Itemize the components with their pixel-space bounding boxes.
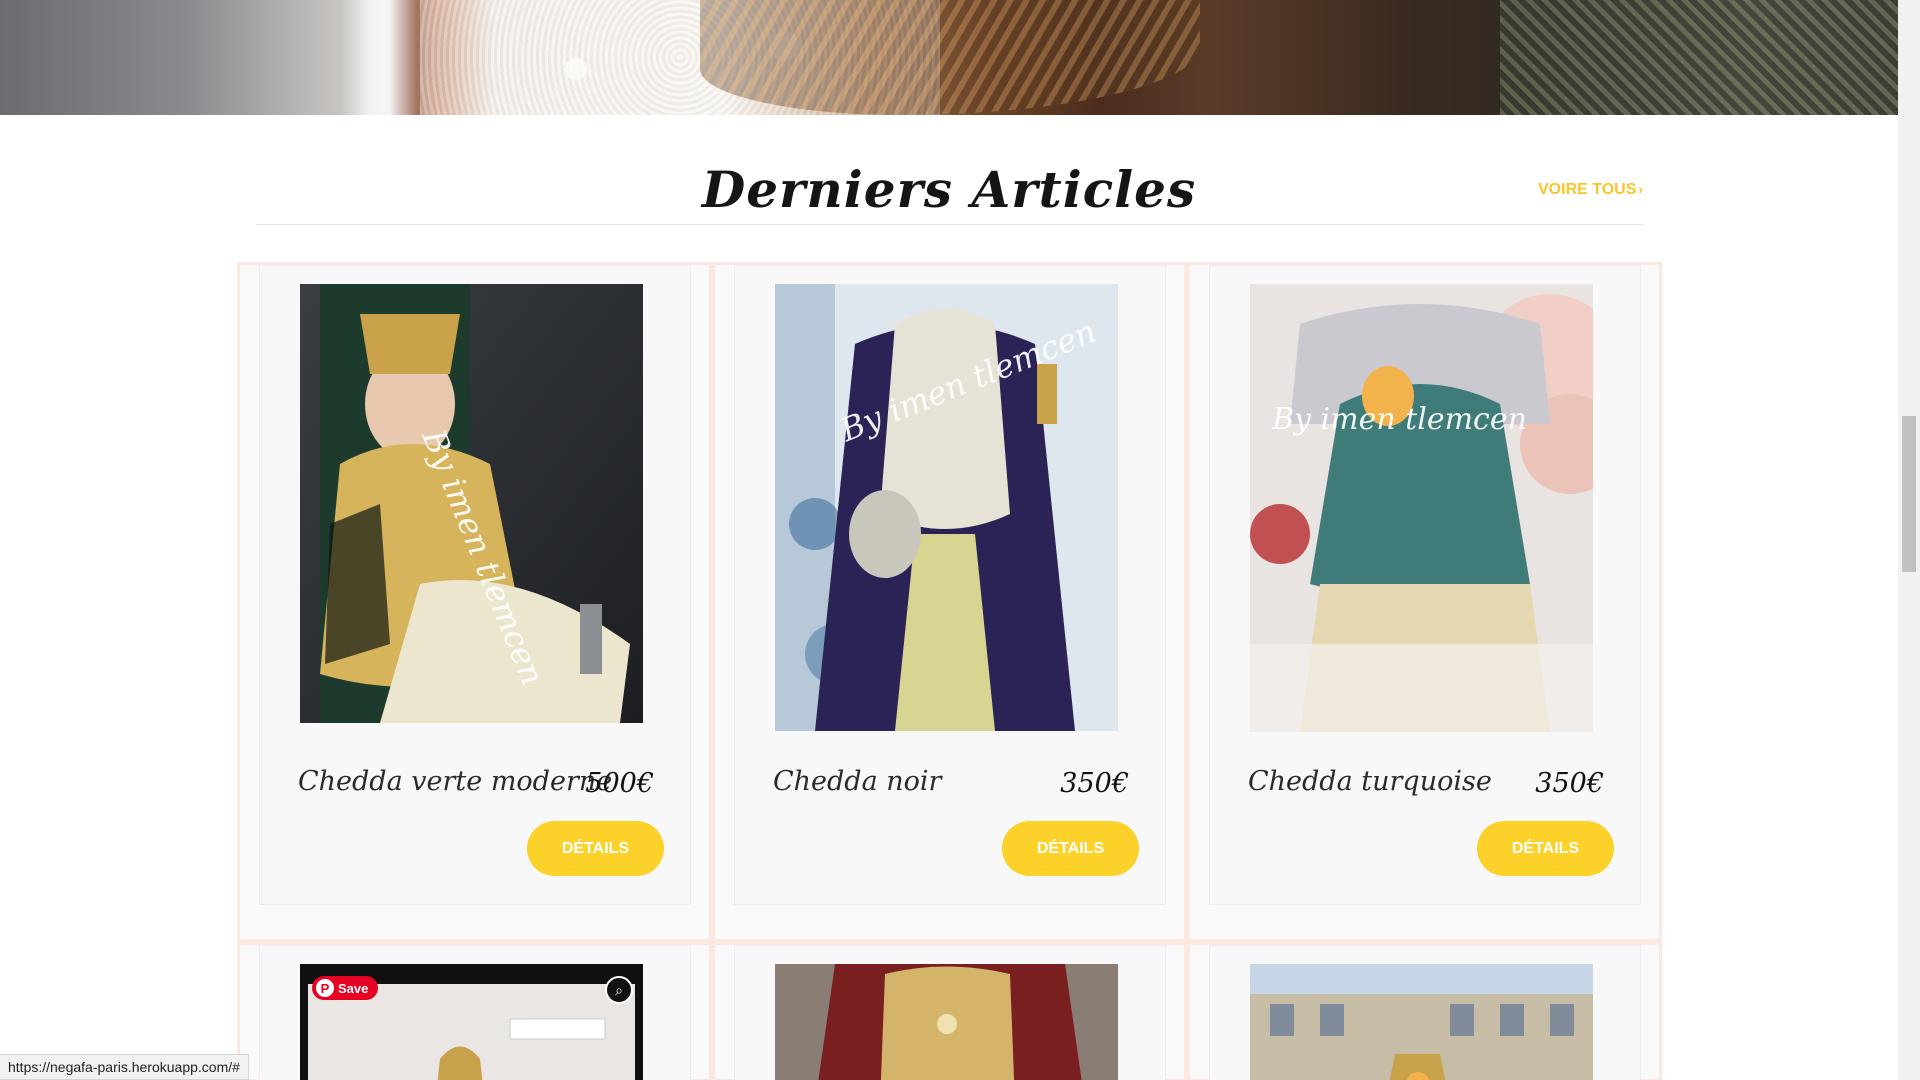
product-name[interactable]: Chedda noir bbox=[773, 766, 941, 797]
view-all-label: VOIRE TOUS bbox=[1538, 181, 1637, 198]
product-photo[interactable] bbox=[1250, 964, 1593, 1080]
product-price: 500€ bbox=[585, 768, 654, 799]
product-photo[interactable]: By imen tlemcen bbox=[1250, 284, 1593, 732]
pinterest-save-label: Save bbox=[338, 980, 369, 996]
product-card: By imen tlemcen Chedda verte moderne 500… bbox=[259, 265, 691, 905]
product-photo[interactable] bbox=[775, 964, 1118, 1080]
page-scrollbar-thumb[interactable] bbox=[1902, 416, 1916, 572]
product-photo-art bbox=[1250, 964, 1593, 1080]
product-photo[interactable]: By imen tlemcen bbox=[775, 284, 1118, 731]
product-photo-art bbox=[775, 964, 1118, 1080]
chevron-right-icon: › bbox=[1638, 181, 1644, 197]
details-button[interactable]: DÉTAILS bbox=[1002, 821, 1139, 876]
hero-banner-image bbox=[0, 0, 1898, 115]
product-card bbox=[1209, 945, 1641, 1080]
product-photo[interactable]: By imen tlemcen bbox=[300, 284, 643, 723]
product-photo[interactable]: P Save ⌕ bbox=[300, 964, 643, 1080]
view-all-link[interactable]: VOIRE TOUS › bbox=[1538, 181, 1643, 199]
product-name[interactable]: Chedda verte moderne bbox=[298, 766, 612, 797]
hero-dress-detail bbox=[1500, 0, 1898, 115]
product-photo-art bbox=[1250, 284, 1593, 732]
hero-hair-detail bbox=[700, 0, 1200, 115]
product-card: By imen tlemcen Chedda turquoise 350€ DÉ… bbox=[1209, 265, 1641, 905]
details-button[interactable]: DÉTAILS bbox=[1477, 821, 1614, 876]
product-name[interactable]: Chedda turquoise bbox=[1248, 766, 1492, 797]
section-divider bbox=[256, 224, 1644, 225]
product-price: 350€ bbox=[1535, 768, 1604, 799]
product-card: By imen tlemcen Chedda noir 350€ DÉTAILS bbox=[734, 265, 1166, 905]
product-price: 350€ bbox=[1060, 768, 1129, 799]
product-card bbox=[734, 945, 1166, 1080]
pinterest-icon: P bbox=[316, 979, 334, 997]
status-bar-url: https://negafa-paris.herokuapp.com/# bbox=[0, 1054, 249, 1080]
product-card: P Save ⌕ bbox=[259, 945, 691, 1080]
product-photo-watermark: By imen tlemcen bbox=[1272, 402, 1527, 437]
pinterest-save-button[interactable]: P Save bbox=[312, 976, 379, 1000]
visual-search-icon[interactable]: ⌕ bbox=[605, 976, 633, 1004]
details-button[interactable]: DÉTAILS bbox=[527, 821, 664, 876]
